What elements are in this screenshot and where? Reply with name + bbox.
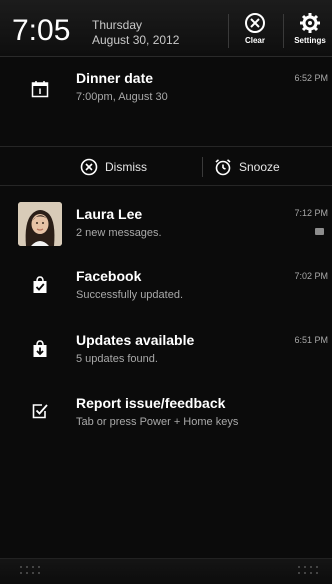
alarm-clock-icon <box>215 159 231 176</box>
header-divider <box>228 14 229 48</box>
settings-label: Settings <box>294 36 326 45</box>
clock-day: Thursday <box>92 18 143 32</box>
notification-subtitle: 2 new messages. <box>76 227 162 239</box>
notification-subtitle: 5 updates found. <box>76 353 158 365</box>
checkbox-icon <box>18 389 62 433</box>
clock-time: 7:05 <box>12 14 71 47</box>
snooze-label: Snooze <box>239 160 280 174</box>
grip-left-icon <box>20 566 46 576</box>
bag-check-icon <box>18 263 62 307</box>
dismiss-button[interactable]: Dismiss <box>80 155 147 179</box>
status-header: 7:05 Thursday August 30, 2012 Clear Sett… <box>0 0 332 57</box>
grip-right-icon <box>298 566 324 576</box>
action-divider <box>202 157 203 177</box>
notification-title: Updates available <box>76 332 195 348</box>
snooze-button[interactable]: Snooze <box>214 155 280 179</box>
drag-handle-bar[interactable] <box>0 558 332 584</box>
notification-title: Facebook <box>76 268 142 284</box>
notification-time: 6:51 PM <box>294 335 328 345</box>
notification-report-issue[interactable]: Report issue/feedback Tab or press Power… <box>0 379 332 443</box>
clear-icon <box>245 13 265 33</box>
calendar-icon <box>18 67 62 111</box>
clock-date: August 30, 2012 <box>92 33 180 47</box>
notification-subtitle: Successfully updated. <box>76 289 184 301</box>
dismiss-label: Dismiss <box>105 160 147 174</box>
notification-time: 7:12 PM <box>294 208 328 218</box>
clear-label: Clear <box>244 36 265 45</box>
contact-avatar <box>18 202 62 246</box>
notification-dinner-date[interactable]: Dinner date 7:00pm, August 30 6:52 PM <box>0 57 332 146</box>
bag-download-icon <box>18 327 62 371</box>
gear-icon <box>300 13 320 33</box>
notification-facebook[interactable]: Facebook Successfully updated. 7:02 PM <box>0 251 332 315</box>
notification-title: Dinner date <box>76 70 154 86</box>
notification-updates[interactable]: Updates available 5 updates found. 6:51 … <box>0 315 332 379</box>
notification-actions: Dismiss Snooze <box>0 146 332 186</box>
notification-time: 6:52 PM <box>294 73 328 83</box>
message-badge-icon <box>315 228 324 235</box>
notification-title: Report issue/feedback <box>76 395 226 411</box>
notification-time: 7:02 PM <box>294 271 328 281</box>
clear-button[interactable]: Clear <box>232 12 278 56</box>
settings-button[interactable]: Settings <box>287 12 332 56</box>
notification-subtitle: 7:00pm, August 30 <box>76 91 168 103</box>
notification-subtitle: Tab or press Power + Home keys <box>76 416 239 428</box>
header-divider <box>283 14 284 48</box>
notification-title: Laura Lee <box>76 206 143 222</box>
dismiss-icon <box>80 158 98 176</box>
